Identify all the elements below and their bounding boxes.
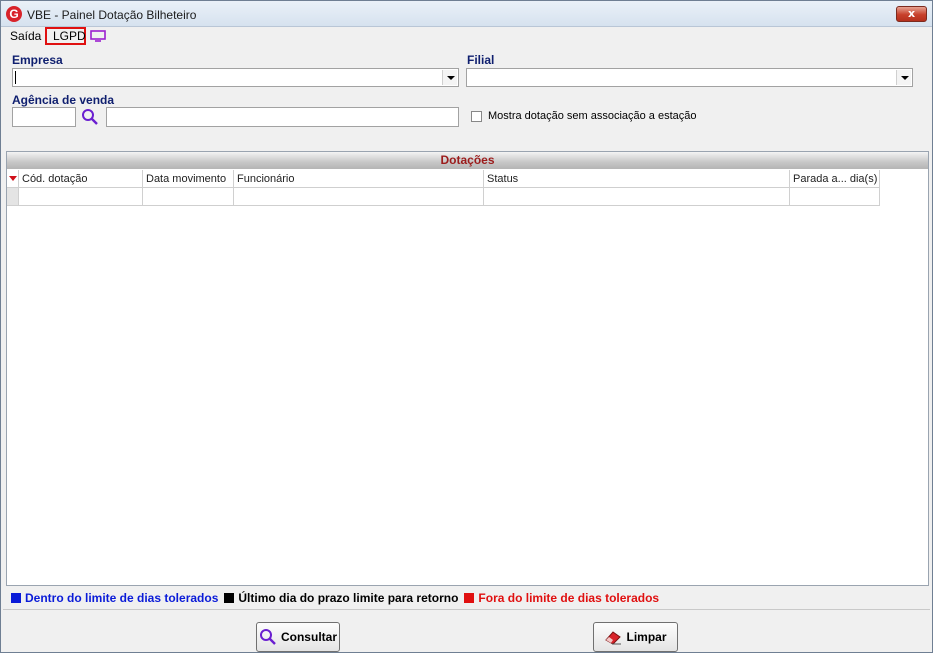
table-row[interactable] [7,188,880,206]
legend-swatch-red [464,593,475,603]
grid-header: Cód. dotação Data movimento Funcionário … [7,170,880,188]
search-icon[interactable] [81,108,99,126]
search-icon [259,629,276,645]
text-cursor [15,71,16,84]
legend-item-fora: Fora do limite de dias tolerados [464,591,659,605]
app-window: G VBE - Painel Dotação Bilheteiro x Saíd… [0,0,933,653]
column-header-status[interactable]: Status [484,170,790,188]
eraser-icon [605,631,622,645]
agencia-code-input[interactable] [12,107,76,127]
column-header-data-movimento[interactable]: Data movimento [143,170,234,188]
legend-item-dentro: Dentro do limite de dias tolerados [11,591,218,605]
window-title: VBE - Painel Dotação Bilheteiro [27,8,197,22]
agencia-name-input[interactable] [106,107,459,127]
legend-label-ultimo: Último dia do prazo limite para retorno [238,591,459,605]
app-logo-icon: G [6,6,22,22]
consultar-label: Consultar [280,630,337,644]
column-header-funcionario[interactable]: Funcionário [234,170,484,188]
limpar-button[interactable]: Limpar [593,622,678,652]
legend-label-fora: Fora do limite de dias tolerados [478,591,660,605]
cell-funcionario[interactable] [234,188,484,205]
column-header-cod-dotacao[interactable]: Cód. dotação [19,170,143,188]
menu-bar: Saída LGPD [1,27,932,45]
mostra-dotacao-label: Mostra dotação sem associação a estação [488,110,697,122]
dotacoes-grid: Dotações Cód. dotação Data movimento Fun… [6,151,929,586]
menu-saida[interactable]: Saída [10,29,41,43]
close-button[interactable]: x [896,6,927,22]
menu-lgpd[interactable]: LGPD [45,27,86,45]
cell-cod-dotacao[interactable] [19,188,143,205]
agencia-label: Agência de venda [12,93,115,107]
cell-data-movimento[interactable] [143,188,234,205]
monitor-icon[interactable] [90,30,106,42]
legend-item-ultimo: Último dia do prazo limite para retorno [224,591,458,605]
divider [3,609,930,610]
consultar-button[interactable]: Consultar [256,622,340,652]
row-indicator[interactable] [7,188,19,205]
empresa-combo[interactable] [12,68,459,87]
legend: Dentro do limite de dias tolerados Últim… [11,591,665,605]
legend-label-dentro: Dentro do limite de dias tolerados [25,591,219,605]
sort-indicator-icon[interactable] [7,170,19,188]
cell-status[interactable] [484,188,790,205]
cell-parada[interactable] [790,188,880,205]
filial-dropdown-icon[interactable] [896,70,911,85]
limpar-label: Limpar [626,630,667,644]
legend-swatch-black [224,593,235,603]
legend-swatch-blue [11,593,21,603]
title-bar: G VBE - Painel Dotação Bilheteiro x [1,1,932,27]
mostra-dotacao-checkbox[interactable] [471,111,482,122]
grid-title: Dotações [7,152,928,169]
empresa-label: Empresa [12,53,63,67]
empresa-dropdown-icon[interactable] [442,70,457,85]
column-header-parada[interactable]: Parada a... dia(s) [790,170,880,188]
filial-label: Filial [467,53,495,67]
filial-combo[interactable] [466,68,913,87]
